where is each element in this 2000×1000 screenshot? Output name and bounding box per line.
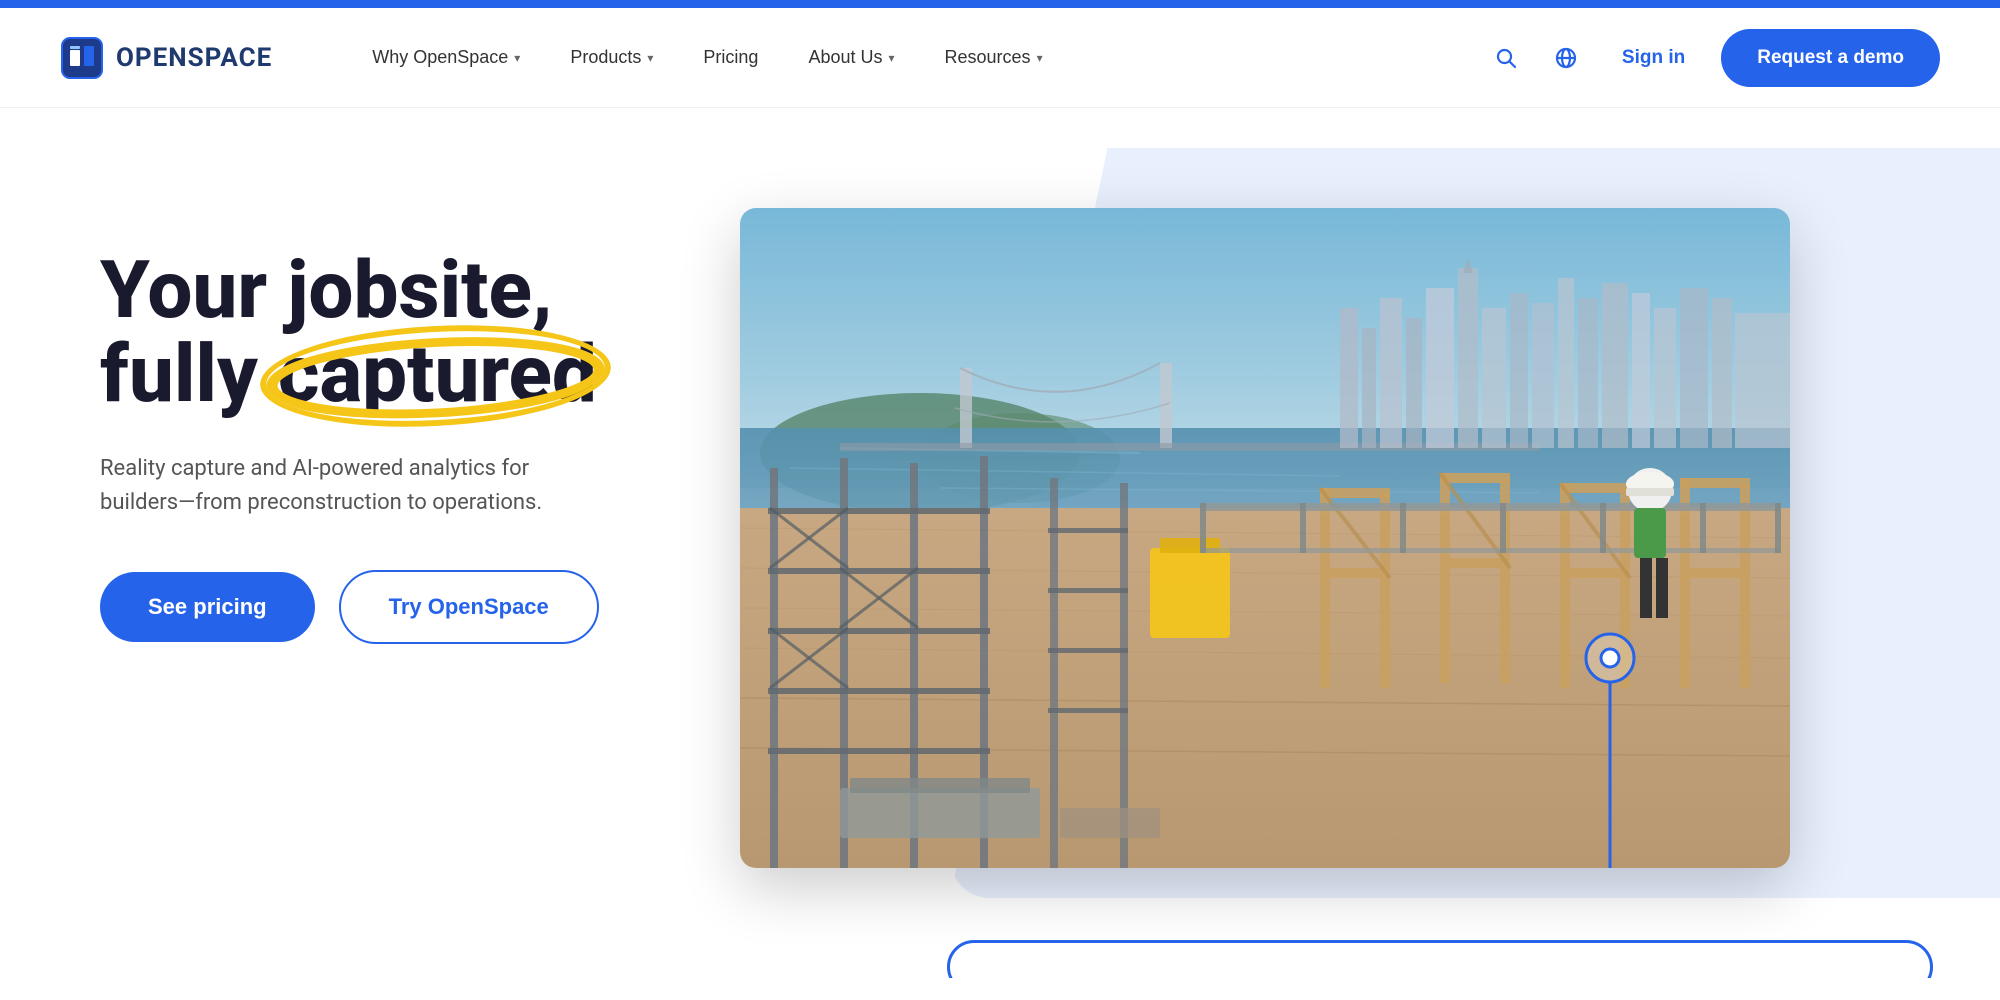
hero-subtitle: Reality capture and AI-powered analytics… bbox=[100, 452, 580, 520]
search-icon bbox=[1494, 46, 1518, 70]
main-nav: Why OpenSpace ▾ Products ▾ Pricing About… bbox=[352, 39, 1486, 76]
nav-pricing[interactable]: Pricing bbox=[683, 39, 778, 76]
globe-icon bbox=[1554, 46, 1578, 70]
search-button[interactable] bbox=[1486, 38, 1526, 78]
globe-button[interactable] bbox=[1546, 38, 1586, 78]
see-pricing-button[interactable]: See pricing bbox=[100, 572, 315, 642]
chevron-down-icon: ▾ bbox=[888, 51, 894, 65]
construction-scene-svg bbox=[740, 208, 1790, 868]
pill-decoration-1 bbox=[947, 940, 1933, 978]
logo-link[interactable]: OPENSPACE bbox=[60, 36, 272, 80]
nav-about-us[interactable]: About Us ▾ bbox=[788, 39, 914, 76]
logo-wordmark: OPENSPACE bbox=[116, 43, 272, 73]
try-openspace-button[interactable]: Try OpenSpace bbox=[339, 570, 599, 644]
nav-actions: Sign in Request a demo bbox=[1486, 29, 1940, 87]
chevron-down-icon: ▾ bbox=[1037, 51, 1043, 65]
top-accent-bar bbox=[0, 0, 2000, 8]
nav-products[interactable]: Products ▾ bbox=[550, 39, 673, 76]
chevron-down-icon: ▾ bbox=[514, 51, 520, 65]
request-demo-button[interactable]: Request a demo bbox=[1721, 29, 1940, 87]
hero-image bbox=[740, 208, 1790, 868]
logo-icon bbox=[60, 36, 104, 80]
hero-section: Your jobsite, fully captured Reality cap… bbox=[0, 108, 2000, 978]
nav-why-openspace[interactable]: Why OpenSpace ▾ bbox=[352, 39, 540, 76]
sign-in-button[interactable]: Sign in bbox=[1606, 39, 1701, 77]
site-header: OPENSPACE Why OpenSpace ▾ Products ▾ Pri… bbox=[0, 8, 2000, 108]
hero-cta-buttons: See pricing Try OpenSpace bbox=[100, 570, 680, 644]
hero-content: Your jobsite, fully captured Reality cap… bbox=[100, 188, 680, 644]
hero-title: Your jobsite, fully captured bbox=[100, 248, 680, 416]
hero-image-area bbox=[740, 188, 1940, 868]
chevron-down-icon: ▾ bbox=[647, 51, 653, 65]
hero-highlight-word: captured bbox=[278, 332, 597, 416]
nav-resources[interactable]: Resources ▾ bbox=[925, 39, 1063, 76]
